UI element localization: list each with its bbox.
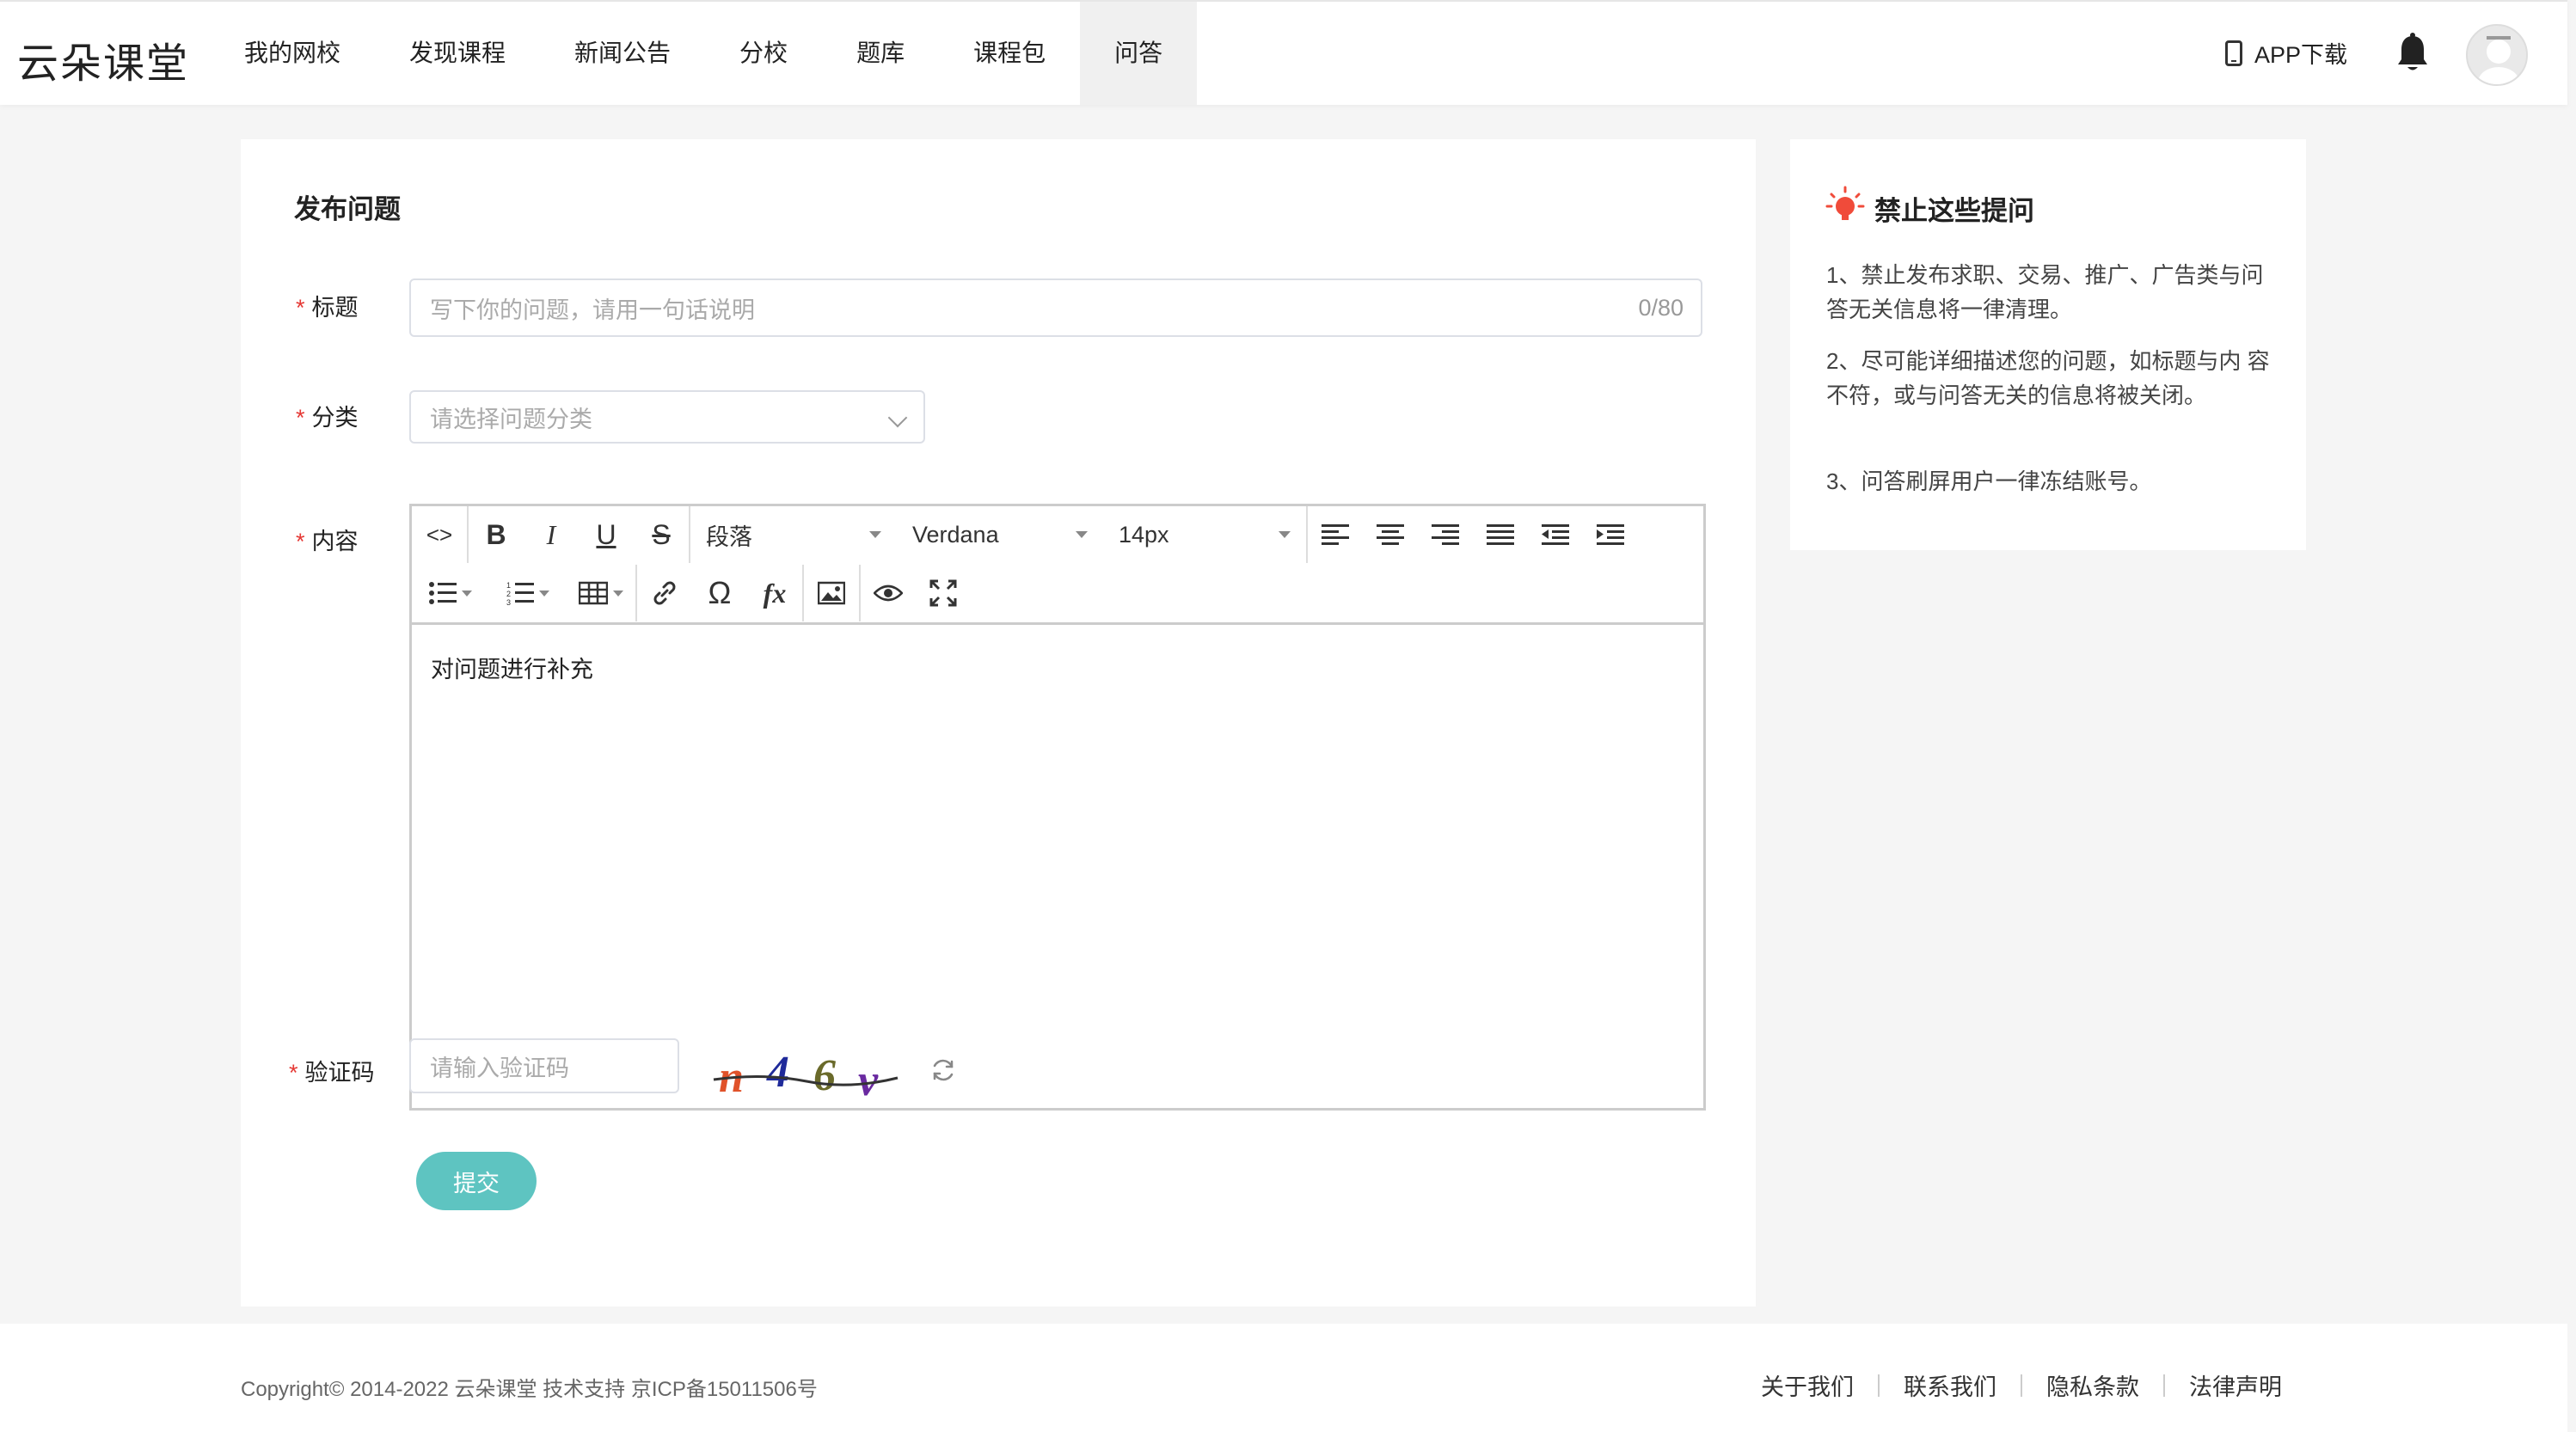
avatar[interactable] xyxy=(2466,24,2528,86)
font-size-value: 14px xyxy=(1119,521,1169,548)
chevron-down-icon xyxy=(887,407,908,428)
fullscreen-icon[interactable] xyxy=(916,569,971,617)
nav-item-my-school[interactable]: 我的网校 xyxy=(210,2,375,105)
required-mark: * xyxy=(296,295,305,321)
captcha-placeholder: 请输入验证码 xyxy=(430,1055,569,1081)
numbered-list-icon[interactable]: 123 xyxy=(489,569,567,617)
nav-item-branch[interactable]: 分校 xyxy=(705,2,822,105)
bullet-list-icon[interactable] xyxy=(412,569,489,617)
footer: Copyright© 2014-2022 云朵课堂 技术支持 京ICP备1501… xyxy=(0,1324,2567,1432)
svg-text:6: 6 xyxy=(813,1051,836,1100)
nav-item-qa[interactable]: 问答 xyxy=(1080,2,1198,105)
special-char-icon[interactable]: Ω xyxy=(692,569,747,617)
content-label: * 内容 xyxy=(296,529,359,554)
lightbulb-icon xyxy=(1825,186,1865,220)
paragraph-value: 段落 xyxy=(706,523,752,550)
svg-text:3: 3 xyxy=(506,598,511,605)
align-justify-icon[interactable] xyxy=(1473,511,1528,559)
preview-eye-icon[interactable] xyxy=(861,569,916,617)
table-icon[interactable] xyxy=(567,569,635,617)
rules-title: 禁止这些提问 xyxy=(1874,196,2034,226)
captcha-label: * 验证码 xyxy=(289,1060,375,1086)
copyright-text: Copyright© 2014-2022 云朵课堂 技术支持 京ICP备1501… xyxy=(241,1378,818,1401)
nav-item-course-package[interactable]: 课程包 xyxy=(939,2,1080,105)
user-avatar-icon xyxy=(2478,36,2519,84)
underline-icon[interactable]: U xyxy=(579,511,634,559)
nav-item-news[interactable]: 新闻公告 xyxy=(540,2,705,105)
category-label: * 分类 xyxy=(296,405,359,431)
category-placeholder: 请选择问题分类 xyxy=(430,406,592,432)
formula-icon[interactable]: fx xyxy=(747,569,802,617)
strikethrough-icon[interactable]: S xyxy=(634,511,689,559)
align-right-icon[interactable] xyxy=(1418,511,1473,559)
required-mark: * xyxy=(296,529,305,554)
title-char-counter: 0/80 xyxy=(1638,294,1684,321)
align-left-icon[interactable] xyxy=(1308,511,1363,559)
submit-button[interactable]: 提交 xyxy=(416,1152,537,1210)
bell-icon[interactable] xyxy=(2395,33,2430,74)
main-nav: 我的网校 发现课程 新闻公告 分校 题库 课程包 问答 xyxy=(210,2,1198,105)
svg-text:v: v xyxy=(858,1056,879,1105)
app-download-link[interactable]: APP下载 xyxy=(2225,36,2347,70)
required-mark: * xyxy=(296,405,305,431)
rule-item: 3、问答刷屏用户一律冻结账号。 xyxy=(1826,468,2152,494)
link-icon[interactable] xyxy=(637,569,692,617)
footer-link-about[interactable]: 关于我们 xyxy=(1737,1368,1878,1402)
nav-item-question-bank[interactable]: 题库 xyxy=(822,2,939,105)
rule-item: 1、禁止发布求职、交易、推广、广告类与问答无关信息将一律清理。 xyxy=(1826,262,2264,322)
image-icon[interactable] xyxy=(804,569,859,617)
captcha-image[interactable]: n 4 6 v xyxy=(712,1047,901,1107)
editor-toolbar: <> B I U S 段落 Verdana 14px 1 2 3 Ω fx xyxy=(412,506,1703,625)
svg-text:4: 4 xyxy=(766,1048,789,1097)
captcha-input[interactable]: 请输入验证码 xyxy=(409,1038,679,1093)
rich-text-editor: <> B I U S 段落 Verdana 14px 1 2 3 Ω fx 对问… xyxy=(409,504,1706,1111)
title-placeholder: 写下你的问题，请用一句话说明 xyxy=(430,297,755,323)
rule-item: 2、尽可能详细描述您的问题，如标题与内 容不符，或与问答无关的信息将被关闭。 xyxy=(1826,348,2270,408)
footer-link-legal[interactable]: 法律声明 xyxy=(2165,1368,2306,1402)
bold-icon[interactable]: B xyxy=(469,511,524,559)
title-label: * 标题 xyxy=(296,295,359,321)
required-mark: * xyxy=(289,1060,298,1086)
indent-icon[interactable] xyxy=(1583,511,1638,559)
svg-text:1: 1 xyxy=(506,581,511,590)
caret-down-icon xyxy=(1076,531,1088,538)
logo[interactable]: 云朵课堂 xyxy=(17,29,189,89)
source-code-icon[interactable]: <> xyxy=(412,511,467,559)
italic-icon[interactable]: I xyxy=(524,511,579,559)
nav-item-discover-courses[interactable]: 发现课程 xyxy=(375,2,540,105)
font-family-select[interactable]: Verdana xyxy=(897,511,1103,559)
footer-link-contact[interactable]: 联系我们 xyxy=(1880,1368,2021,1402)
refresh-icon[interactable] xyxy=(929,1056,958,1085)
top-nav-bar: 云朵课堂 我的网校 发现课程 新闻公告 分校 题库 课程包 问答 APP下载 xyxy=(0,0,2567,105)
app-download-label: APP下载 xyxy=(2254,42,2348,68)
footer-links: 关于我们 联系我们 隐私条款 法律声明 xyxy=(1737,1368,2306,1402)
caret-down-icon xyxy=(869,531,881,538)
title-input[interactable]: 写下你的问题，请用一句话说明 0/80 xyxy=(409,278,1702,337)
outdent-icon[interactable] xyxy=(1528,511,1583,559)
font-size-select[interactable]: 14px xyxy=(1103,511,1306,559)
align-center-icon[interactable] xyxy=(1363,511,1418,559)
editor-content[interactable]: 对问题进行补充 xyxy=(431,651,593,684)
phone-icon xyxy=(2225,40,2242,66)
category-select[interactable]: 请选择问题分类 xyxy=(409,390,925,444)
page-title: 发布问题 xyxy=(294,194,401,224)
paragraph-select[interactable]: 段落 xyxy=(690,511,897,559)
font-family-value: Verdana xyxy=(912,521,999,548)
footer-link-privacy[interactable]: 隐私条款 xyxy=(2022,1368,2163,1402)
rules-panel: 禁止这些提问 1、禁止发布求职、交易、推广、广告类与问答无关信息将一律清理。 2… xyxy=(1790,139,2306,550)
caret-down-icon xyxy=(1279,531,1291,538)
svg-text:2: 2 xyxy=(506,590,511,598)
ask-question-form: 发布问题 * 标题 写下你的问题，请用一句话说明 0/80 * 分类 请选择问题分类… xyxy=(241,139,1756,1307)
